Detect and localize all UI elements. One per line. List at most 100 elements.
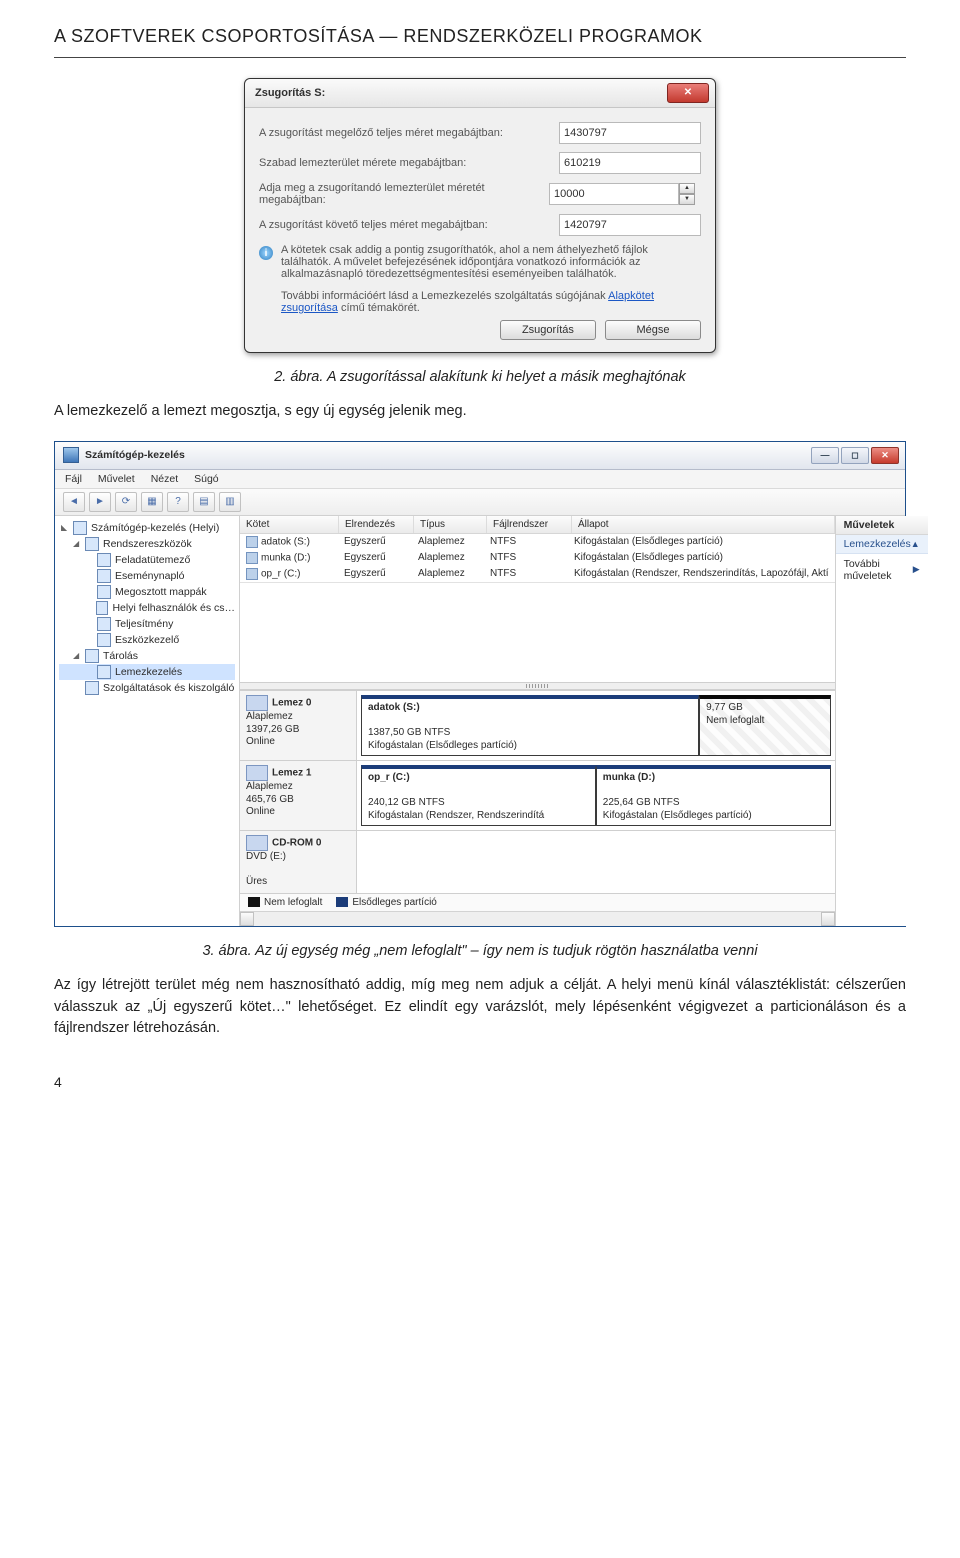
tree-node-icon [85, 649, 99, 663]
menu-view[interactable]: Nézet [151, 473, 178, 485]
disk-row[interactable]: Lemez 1Alaplemez465,76 GBOnlineop_r (C:)… [240, 760, 835, 830]
disk-legend: Nem lefoglalt Elsődleges partíció [240, 893, 835, 911]
menu-action[interactable]: Művelet [98, 473, 135, 485]
close-button[interactable]: ✕ [871, 447, 899, 464]
forward-icon[interactable]: ► [89, 492, 111, 512]
paragraph-1: A lemezkezelő a lemezt megosztja, s egy … [54, 401, 906, 423]
tree-item[interactable]: Megosztott mappák [59, 584, 235, 600]
volume-icon [246, 568, 258, 580]
tree-item[interactable]: Eseménynapló [59, 568, 235, 584]
views-icon[interactable]: ▦ [141, 492, 163, 512]
tree-node-icon [97, 617, 111, 631]
disk-icon [246, 695, 268, 711]
cancel-button[interactable]: Mégse [605, 320, 701, 340]
menu-help[interactable]: Súgó [194, 473, 219, 485]
close-button[interactable]: ✕ [667, 83, 709, 103]
tree-item-label: Eseménynapló [115, 570, 184, 582]
tree-item[interactable]: Lemezkezelés [59, 664, 235, 680]
col-type[interactable]: Típus [414, 516, 487, 533]
spin-buttons[interactable]: ▲▼ [679, 183, 695, 205]
disk-row-cdrom[interactable]: CD-ROM 0 DVD (E:) Üres [240, 830, 835, 893]
mmc-app-icon [63, 447, 79, 463]
shrink-before-label: A zsugorítást megelőző teljes méret mega… [259, 127, 559, 139]
splitter[interactable] [240, 682, 835, 690]
disk-row[interactable]: Lemez 0Alaplemez1397,26 GBOnlineadatok (… [240, 690, 835, 760]
actions-section[interactable]: Lemezkezelés ▲ [836, 535, 928, 554]
legend-swatch [248, 897, 260, 907]
cdrom-icon [246, 835, 268, 851]
heading-rule [54, 57, 906, 58]
tree-node-icon [97, 553, 111, 567]
menu-file[interactable]: Fájl [65, 473, 82, 485]
legend-item: Elsődleges partíció [336, 897, 437, 908]
volume-icon [246, 552, 258, 564]
h-scrollbar[interactable] [240, 911, 835, 926]
tree-item-label: Helyi felhasználók és cs… [112, 602, 235, 614]
tree-item-label: Lemezkezelés [115, 666, 182, 678]
chevron-up-icon: ▲ [911, 539, 920, 549]
shrink-dialog: Zsugorítás S: ✕ A zsugorítást megelőző t… [244, 78, 716, 353]
back-icon[interactable]: ◄ [63, 492, 85, 512]
mmc-window: Számítógép-kezelés — ◻ ✕ Fájl Művelet Né… [54, 441, 906, 927]
figure-2-caption: 3. ábra. Az új egység még „nem lefoglalt… [54, 943, 906, 959]
col-volume[interactable]: Kötet [240, 516, 339, 533]
disk-icon [246, 765, 268, 781]
volume-row[interactable]: op_r (C:)EgyszerűAlaplemezNTFSKifogástal… [240, 566, 835, 582]
legend-swatch [336, 897, 348, 907]
page-heading: A SZOFTVEREK CSOPORTOSÍTÁSA — RENDSZERKÖ… [54, 26, 906, 47]
minimize-button[interactable]: — [811, 447, 839, 464]
col-layout[interactable]: Elrendezés [339, 516, 414, 533]
shrink-amount-label: Adja meg a zsugorítandó lemezterület mér… [259, 182, 549, 206]
tree-item-label: Megosztott mappák [115, 586, 207, 598]
actions-more[interactable]: További műveletek ▶ [836, 554, 928, 586]
tree-item[interactable]: Teljesítmény [59, 616, 235, 632]
tree-item[interactable]: Helyi felhasználók és cs… [59, 600, 235, 616]
actions-pane: Műveletek Lemezkezelés ▲ További művelet… [836, 516, 928, 926]
tree-item[interactable]: ◣Számítógép-kezelés (Helyi) [59, 520, 235, 536]
dialog-title: Zsugorítás S: [255, 87, 325, 99]
col-fs[interactable]: Fájlrendszer [487, 516, 572, 533]
figure-1-caption: 2. ábra. A zsugorítással alakítunk ki he… [54, 369, 906, 385]
tree-item[interactable]: ◢Rendszereszközök [59, 536, 235, 552]
cdrom-state: Üres [246, 876, 267, 887]
actions-section-label: Lemezkezelés [844, 538, 911, 550]
shrink-after-value: 1420797 [559, 214, 701, 236]
tree-item[interactable]: ◢Tárolás [59, 648, 235, 664]
disk-partition[interactable]: munka (D:)225,64 GB NTFSKifogástalan (El… [596, 765, 831, 826]
actions-header: Műveletek [836, 516, 928, 535]
refresh-icon[interactable]: ⟳ [115, 492, 137, 512]
tree-item-label: Tárolás [103, 650, 138, 662]
chevron-right-icon: ▶ [913, 564, 920, 575]
tree-node-icon [85, 537, 99, 551]
paragraph-2: Az így létrejött terület még nem hasznos… [54, 975, 906, 1040]
actions-more-label: További műveletek [844, 558, 913, 582]
disk-partition[interactable]: 9,77 GBNem lefoglalt [699, 695, 830, 756]
tree-item-label: Feladatütemező [115, 554, 190, 566]
legend-item: Nem lefoglalt [248, 897, 322, 908]
tree-node-icon [97, 665, 111, 679]
tree-item[interactable]: Eszközkezelő [59, 632, 235, 648]
tree-item[interactable]: Feladatütemező [59, 552, 235, 568]
shrink-button[interactable]: Zsugorítás [500, 320, 596, 340]
col-status[interactable]: Állapot [572, 516, 835, 533]
shrink-amount-input[interactable]: 10000 [549, 183, 679, 205]
volume-row[interactable]: adatok (S:)EgyszerűAlaplemezNTFSKifogást… [240, 534, 835, 550]
help-icon[interactable]: ? [167, 492, 189, 512]
tree-node-icon [85, 681, 99, 695]
page-number: 4 [54, 1074, 906, 1090]
toolbar-icon[interactable]: ▥ [219, 492, 241, 512]
tree-node-icon [97, 569, 111, 583]
tree-node-icon [97, 585, 111, 599]
maximize-button[interactable]: ◻ [841, 447, 869, 464]
cdrom-title: CD-ROM 0 [272, 838, 321, 849]
tree-item[interactable]: Szolgáltatások és kiszolgáló [59, 680, 235, 696]
info-text-2b: című témakörét. [341, 302, 420, 314]
toolbar-icon[interactable]: ▤ [193, 492, 215, 512]
disk-partition[interactable]: op_r (C:)240,12 GB NTFSKifogástalan (Ren… [361, 765, 596, 826]
mmc-menubar: Fájl Művelet Nézet Súgó [55, 470, 905, 489]
tree-node-icon [73, 521, 87, 535]
tree-node-icon [96, 601, 108, 615]
disk-partition[interactable]: adatok (S:)1387,50 GB NTFSKifogástalan (… [361, 695, 699, 756]
volume-row[interactable]: munka (D:)EgyszerűAlaplemezNTFSKifogásta… [240, 550, 835, 566]
shrink-after-label: A zsugorítást követő teljes méret megabá… [259, 219, 559, 231]
